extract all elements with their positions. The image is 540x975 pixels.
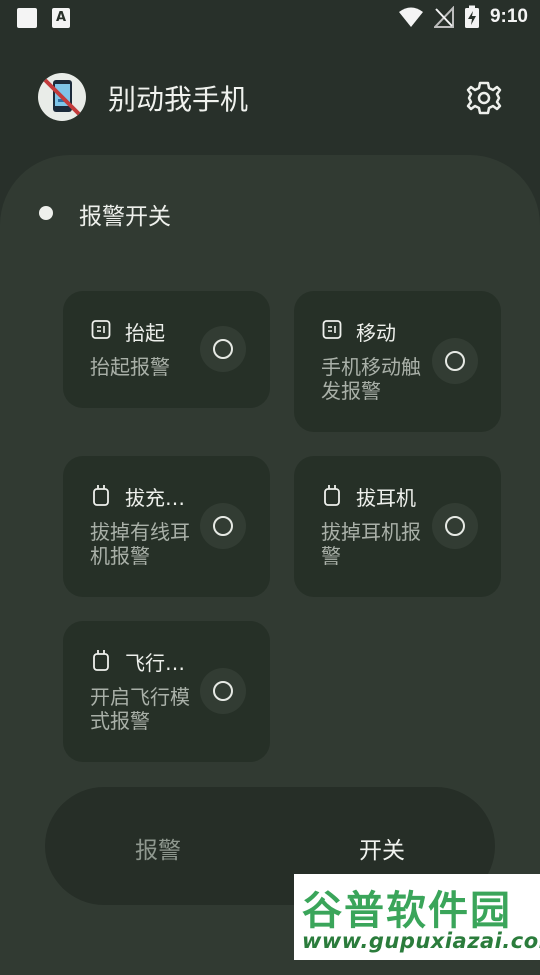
square-notification-icon: [17, 8, 37, 28]
alarm-switch-label: 报警开关: [79, 204, 171, 230]
watermark-url: www.gupuxiazai.com: [302, 929, 540, 953]
status-bar: A 9:10: [0, 0, 540, 36]
card-title: 移动: [356, 321, 396, 345]
unplug-headphone-card[interactable]: 拔耳机 拔掉耳机报警: [294, 456, 501, 597]
unplug-charger-card[interactable]: 拔充… 拔掉有线耳机报警: [63, 456, 270, 597]
wifi-icon: [398, 7, 423, 27]
card-description: 拔掉耳机报警: [321, 520, 421, 568]
airplane-mode-card[interactable]: 飞行… 开启飞行模式报警: [63, 621, 270, 762]
card-title: 拔充…: [125, 486, 185, 510]
watermark-title: 谷普软件园: [302, 888, 512, 934]
lift-alarm-card[interactable]: 抬起 抬起报警: [63, 291, 270, 408]
settings-button[interactable]: [464, 78, 504, 118]
radio-circle: [213, 516, 233, 536]
nav-item-alarm[interactable]: 报警: [135, 831, 181, 865]
no-signal-icon: [433, 6, 454, 28]
lift-alarm-radio[interactable]: [200, 326, 246, 372]
unplug-charger-radio[interactable]: [200, 503, 246, 549]
radio-circle: [213, 681, 233, 701]
airplane-mode-radio[interactable]: [200, 668, 246, 714]
sensor-icon: [322, 320, 342, 339]
card-description: 抬起报警: [90, 355, 170, 379]
switch-indicator-dot: [39, 206, 53, 220]
plug-icon: [324, 485, 340, 506]
nav-item-switch[interactable]: 开关: [359, 831, 405, 865]
watermark: 谷普软件园 www.gupuxiazai.com: [294, 874, 540, 960]
move-alarm-card[interactable]: 移动 手机移动触发报警: [294, 291, 501, 432]
card-description: 开启飞行模式报警: [90, 685, 190, 733]
card-title: 抬起: [125, 321, 165, 345]
no-phone-logo-icon: [38, 73, 86, 121]
card-title: 飞行…: [125, 651, 185, 675]
app-title: 别动我手机: [108, 83, 249, 116]
card-description: 手机移动触发报警: [321, 355, 421, 403]
sensor-icon: [91, 320, 111, 339]
plug-icon: [93, 650, 109, 671]
font-notification-icon: A: [52, 8, 70, 28]
move-alarm-radio[interactable]: [432, 338, 478, 384]
app-bar: 别动我手机: [0, 60, 540, 136]
radio-circle: [445, 516, 465, 536]
radio-circle: [213, 339, 233, 359]
radio-circle: [445, 351, 465, 371]
plug-icon: [93, 485, 109, 506]
gear-icon: [466, 81, 502, 115]
status-time: 9:10: [489, 6, 528, 27]
card-description: 拔掉有线耳机报警: [90, 520, 190, 568]
card-title: 拔耳机: [356, 486, 416, 510]
battery-charging-icon: [464, 5, 479, 28]
unplug-headphone-radio[interactable]: [432, 503, 478, 549]
